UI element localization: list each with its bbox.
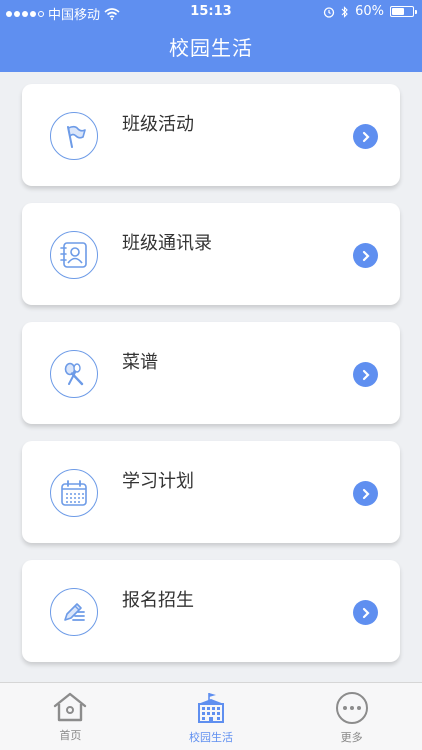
menu-item-recipes[interactable]: 菜谱 (22, 322, 400, 424)
campus-building-icon (198, 693, 224, 723)
tab-more[interactable]: 更多 (281, 683, 422, 750)
menu-item-label: 学习计划 (122, 471, 194, 492)
edit-list-icon (50, 588, 98, 636)
chevron-right-icon[interactable] (353, 362, 378, 387)
battery-icon (390, 6, 417, 17)
menu-item-class-activities[interactable]: 班级活动 (22, 84, 400, 186)
feature-list: 班级活动 班级通讯录 菜谱 学习计划 报名招生 (22, 84, 400, 679)
menu-item-class-contacts[interactable]: 班级通讯录 (22, 203, 400, 305)
status-bar: 中国移动 15:13 60% (0, 0, 422, 23)
tab-label: 更多 (340, 731, 363, 744)
chevron-right-icon[interactable] (353, 600, 378, 625)
menu-item-label: 班级通讯录 (122, 233, 212, 254)
battery-percent: 60% (355, 4, 384, 19)
top-bar: 中国移动 15:13 60% 校园生活 (0, 0, 422, 72)
calendar-icon (50, 469, 98, 517)
alarm-icon (323, 6, 335, 18)
home-icon (54, 692, 87, 722)
chevron-right-icon[interactable] (353, 243, 378, 268)
flag-icon (50, 112, 98, 160)
spoon-icon (50, 350, 98, 398)
menu-item-study-plan[interactable]: 学习计划 (22, 441, 400, 543)
bluetooth-icon (341, 5, 348, 18)
more-icon (335, 692, 368, 724)
tab-label: 首页 (59, 729, 82, 742)
menu-item-label: 菜谱 (122, 352, 158, 373)
chevron-right-icon[interactable] (353, 124, 378, 149)
contacts-book-icon (50, 231, 98, 279)
page-title: 校园生活 (169, 36, 253, 60)
tab-bar: 首页 校园生活 更多 (0, 682, 422, 750)
menu-item-label: 报名招生 (122, 590, 194, 611)
tab-home[interactable]: 首页 (0, 683, 141, 750)
chevron-right-icon[interactable] (353, 481, 378, 506)
menu-item-enrollment[interactable]: 报名招生 (22, 560, 400, 662)
tab-label: 校园生活 (189, 731, 233, 744)
menu-item-label: 班级活动 (122, 114, 194, 135)
tab-campus-life[interactable]: 校园生活 (141, 683, 282, 750)
